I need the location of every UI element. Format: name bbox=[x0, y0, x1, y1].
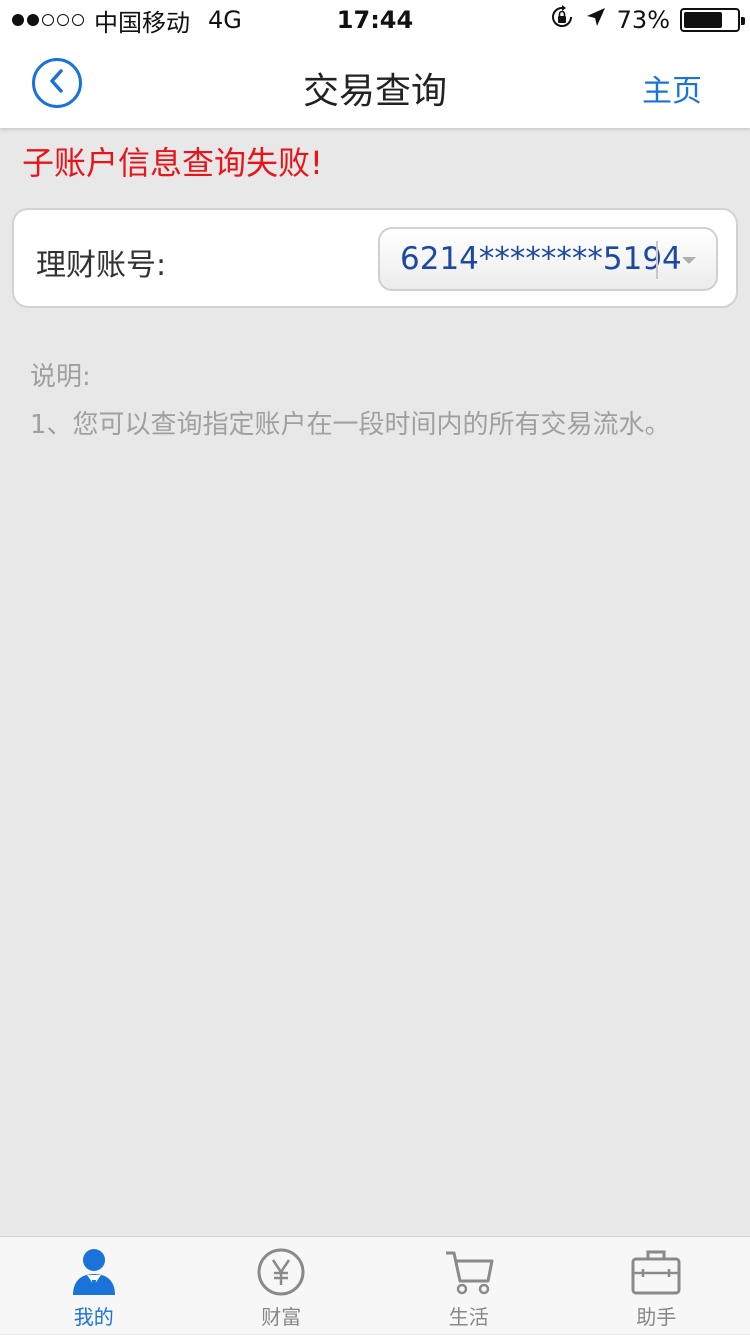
briefcase-icon bbox=[629, 1247, 683, 1297]
tab-assistant[interactable]: 助手 bbox=[563, 1237, 750, 1335]
location-arrow-icon bbox=[585, 6, 607, 34]
rotation-lock-icon bbox=[549, 4, 575, 36]
account-select[interactable]: 6214********5194 bbox=[378, 227, 718, 291]
account-select-value: 6214********5194 bbox=[400, 241, 682, 277]
status-right: 73% bbox=[549, 4, 740, 36]
battery-percent: 73% bbox=[617, 6, 670, 34]
battery-icon bbox=[680, 8, 740, 32]
select-divider bbox=[656, 241, 658, 279]
account-card: 理财账号: 6214********5194 bbox=[12, 208, 738, 308]
account-label: 理财账号: bbox=[36, 240, 166, 284]
note-item: 1、您可以查询指定账户在一段时间内的所有交易流水。 bbox=[30, 404, 671, 441]
note-title: 说明: bbox=[30, 356, 91, 393]
tab-bar: 我的 财富 生活 助手 bbox=[0, 1236, 750, 1334]
yen-icon bbox=[254, 1247, 308, 1297]
error-message: 子账户信息查询失败! bbox=[22, 138, 323, 184]
status-bar: 中国移动 4G 17:44 73% bbox=[0, 0, 750, 40]
tab-mine[interactable]: 我的 bbox=[0, 1237, 188, 1335]
nav-bar: 交易查询 主页 bbox=[0, 40, 750, 128]
tab-life[interactable]: 生活 bbox=[375, 1237, 563, 1335]
battery-fill bbox=[684, 12, 722, 28]
tab-wealth[interactable]: 财富 bbox=[188, 1237, 376, 1335]
person-icon bbox=[67, 1247, 121, 1297]
dropdown-arrow-icon bbox=[682, 257, 696, 264]
tab-label: 助手 bbox=[563, 1301, 750, 1330]
page-title: 交易查询 bbox=[0, 62, 750, 114]
cart-icon bbox=[442, 1247, 496, 1297]
tab-label: 财富 bbox=[188, 1301, 376, 1330]
tab-label: 生活 bbox=[375, 1301, 563, 1330]
tab-label: 我的 bbox=[0, 1301, 188, 1330]
home-link[interactable]: 主页 bbox=[642, 66, 702, 110]
